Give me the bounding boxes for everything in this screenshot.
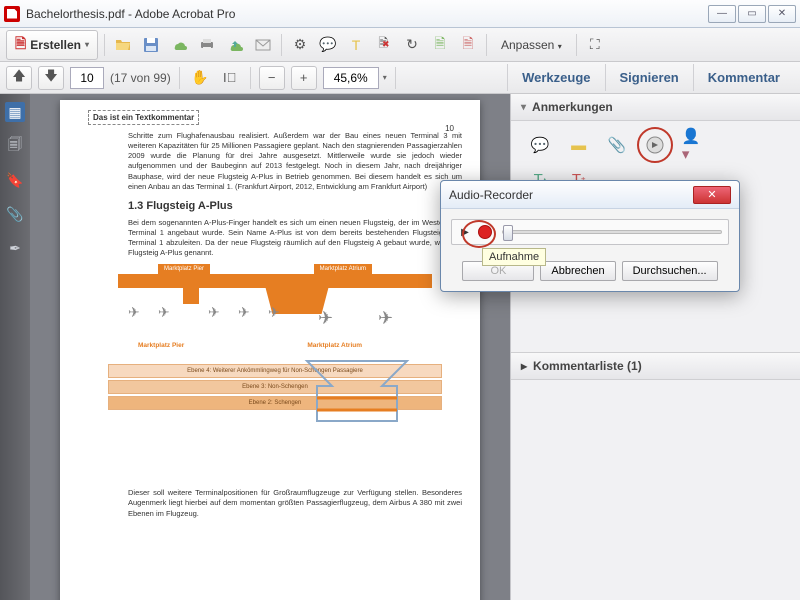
customize-button[interactable]: Anpassen ▾ [493, 38, 570, 52]
create-label: Erstellen [30, 38, 81, 52]
page-count-label: (17 von 99) [110, 71, 171, 85]
figure-label: Marktplatz Atrium [314, 264, 372, 274]
zoom-out-button[interactable]: − [259, 66, 285, 90]
toolbar-divider [179, 67, 180, 89]
annotations-header-label: Anmerkungen [532, 100, 613, 114]
stamp-icon[interactable]: 👤▾ [682, 133, 706, 157]
signatures-rail-icon[interactable]: ✒ [5, 238, 25, 258]
select-tool-icon[interactable]: I⃕ [218, 66, 242, 90]
commentlist-header-label: Kommentarliste (1) [533, 359, 642, 373]
audio-recorder-dialog: Audio-Recorder ✕ ▶ Aufnahme OK Abbrechen… [440, 180, 740, 292]
figure-label: Marktplatz Pier [158, 264, 210, 274]
recorder-controls: ▶ Aufnahme [451, 219, 729, 245]
figure-caption: Marktplatz Pier [138, 342, 184, 349]
main-area: ▦ 🗐 🔖 📎 ✒ Das ist ein Textkommentar 10 S… [0, 94, 800, 600]
dialog-titlebar[interactable]: Audio-Recorder ✕ [441, 181, 739, 209]
zoom-level-input[interactable] [323, 67, 379, 89]
window-title: Bachelorthesis.pdf - Adobe Acrobat Pro [26, 7, 708, 21]
zoom-in-button[interactable]: + [291, 66, 317, 90]
save-icon[interactable] [139, 33, 163, 57]
pdf-file-icon [4, 6, 20, 22]
hand-tool-icon[interactable]: ✋ [188, 66, 212, 90]
main-toolbar: 🗎 Erstellen ▾ ⚙ 💬 T 🗎✖ ↻ 🗎 🗎 Anpassen ▾ … [0, 28, 800, 62]
cloud-save-icon[interactable] [167, 33, 191, 57]
export-icon[interactable]: 🗎 [428, 33, 452, 57]
create-pdf-icon: 🗎 [15, 33, 26, 57]
record-tooltip: Aufnahme [482, 248, 546, 266]
window-titlebar: Bachelorthesis.pdf - Adobe Acrobat Pro ―… [0, 0, 800, 28]
toolbar-divider [486, 34, 487, 56]
body-paragraph: Dieser soll weitere Terminalpositionen f… [128, 488, 462, 518]
nav-toolbar: 🡅 🡇 (17 von 99) ✋ I⃕ − + ▾ Werkzeuge Sig… [0, 62, 800, 94]
body-paragraph: Bei dem sogenannten A-Plus-Finger handel… [128, 218, 462, 259]
playback-slider[interactable] [502, 230, 722, 234]
slider-thumb[interactable] [503, 225, 513, 241]
edit-page-icon[interactable]: 🗎 [456, 33, 480, 57]
prev-page-button[interactable]: 🡅 [6, 66, 32, 90]
comments-panel: ▾ Anmerkungen 💬 ▬ 📎 👤▾ T▴ T± ▸ Kommentar… [510, 94, 800, 600]
document-viewport[interactable]: Das ist ein Textkommentar 10 Schritte zu… [30, 94, 510, 600]
close-window-button[interactable]: ✕ [768, 5, 796, 23]
tab-sign[interactable]: Signieren [605, 64, 693, 91]
rotate-icon[interactable]: ↻ [400, 33, 424, 57]
dialog-close-button[interactable]: ✕ [693, 186, 731, 204]
tab-comment[interactable]: Kommentar [693, 64, 794, 91]
left-nav-rail: ▦ 🗐 🔖 📎 ✒ [0, 94, 30, 600]
sticky-note-icon[interactable]: 💬 [528, 133, 552, 157]
tab-tools[interactable]: Werkzeuge [507, 64, 604, 91]
fullscreen-icon[interactable]: ⛶ [583, 33, 607, 57]
pdf-page: Das ist ein Textkommentar 10 Schritte zu… [60, 100, 480, 600]
maximize-button[interactable]: ▭ [738, 5, 766, 23]
text-comment-marker[interactable]: Das ist ein Textkommentar [88, 110, 199, 125]
page-number-input[interactable] [70, 67, 104, 89]
highlight-text-icon[interactable]: T [344, 33, 368, 57]
browse-button[interactable]: Durchsuchen... [622, 261, 718, 281]
toolbar-divider [576, 34, 577, 56]
record-button[interactable] [478, 225, 492, 239]
minimize-button[interactable]: ― [708, 5, 736, 23]
toolbar-divider [250, 67, 251, 89]
highlight-icon[interactable]: ▬ [567, 133, 591, 157]
play-button[interactable]: ▶ [458, 225, 472, 239]
zoom-dropdown-icon[interactable]: ▾ [383, 73, 387, 82]
create-button[interactable]: 🗎 Erstellen ▾ [6, 30, 98, 60]
atrium-shape-icon [302, 356, 412, 426]
commentlist-header[interactable]: ▸ Kommentarliste (1) [511, 352, 800, 380]
pages-icon[interactable]: 🗐 [5, 136, 25, 156]
dropdown-arrow-icon: ▾ [85, 40, 89, 49]
attachments-icon[interactable]: 📎 [5, 204, 25, 224]
comment-bubble-icon[interactable]: 💬 [316, 33, 340, 57]
dialog-title-text: Audio-Recorder [449, 188, 533, 202]
record-audio-icon[interactable] [643, 133, 667, 157]
settings-icon[interactable]: ⚙ [288, 33, 312, 57]
email-icon[interactable] [251, 33, 275, 57]
annotations-header[interactable]: ▾ Anmerkungen [511, 94, 800, 121]
open-icon[interactable] [111, 33, 135, 57]
page-number-text: 10 [445, 124, 454, 133]
terminal-diagram: Marktplatz Pier Marktplatz Atrium ✈ ✈ ✈ … [88, 264, 462, 484]
attach-file-icon[interactable]: 📎 [605, 133, 629, 157]
next-page-button[interactable]: 🡇 [38, 66, 64, 90]
share-icon[interactable] [223, 33, 247, 57]
collapse-arrow-icon: ▾ [521, 102, 526, 113]
toolbar-divider [281, 34, 282, 56]
toolbar-divider [395, 67, 396, 89]
cancel-button[interactable]: Abbrechen [540, 261, 615, 281]
bookmarks-icon[interactable]: 🔖 [5, 170, 25, 190]
thumbnails-icon[interactable]: ▦ [5, 102, 25, 122]
figure-caption: Marktplatz Atrium [307, 342, 362, 349]
section-heading: 1.3 Flugsteig A-Plus [128, 200, 462, 212]
toolbar-divider [104, 34, 105, 56]
expand-arrow-icon: ▸ [521, 359, 527, 373]
body-paragraph: Schritte zum Flughafenausbau realisiert.… [128, 131, 462, 192]
delete-page-icon[interactable]: 🗎✖ [372, 33, 396, 57]
print-icon[interactable] [195, 33, 219, 57]
